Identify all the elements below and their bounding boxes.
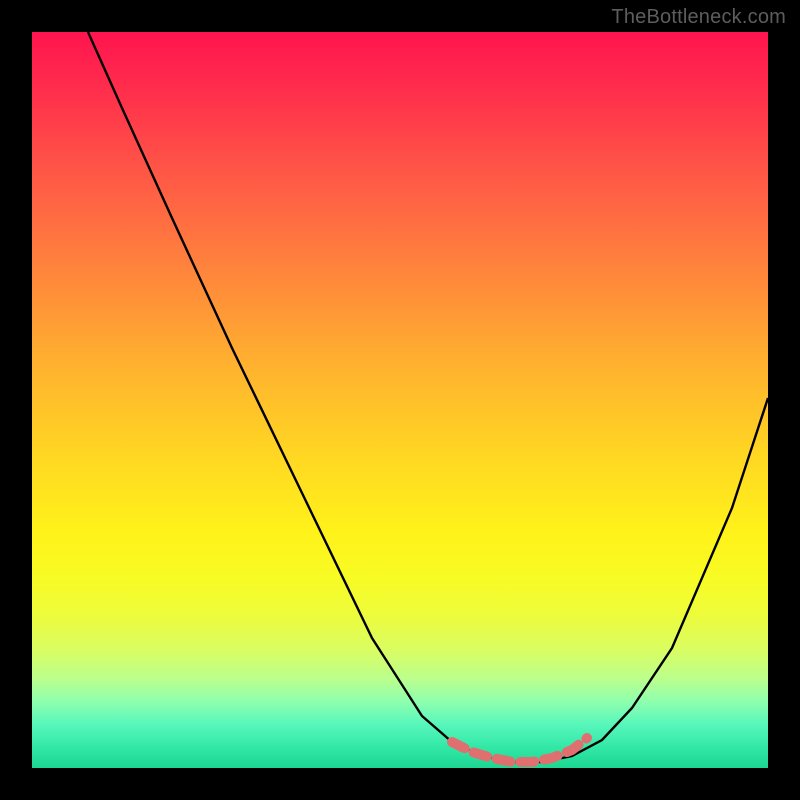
curve-path [88, 32, 768, 762]
watermark-text: TheBottleneck.com [611, 6, 786, 29]
plot-area [32, 32, 768, 768]
trough-marker-path [452, 738, 587, 762]
chart-frame: TheBottleneck.com [0, 0, 800, 800]
chart-svg [32, 32, 768, 768]
